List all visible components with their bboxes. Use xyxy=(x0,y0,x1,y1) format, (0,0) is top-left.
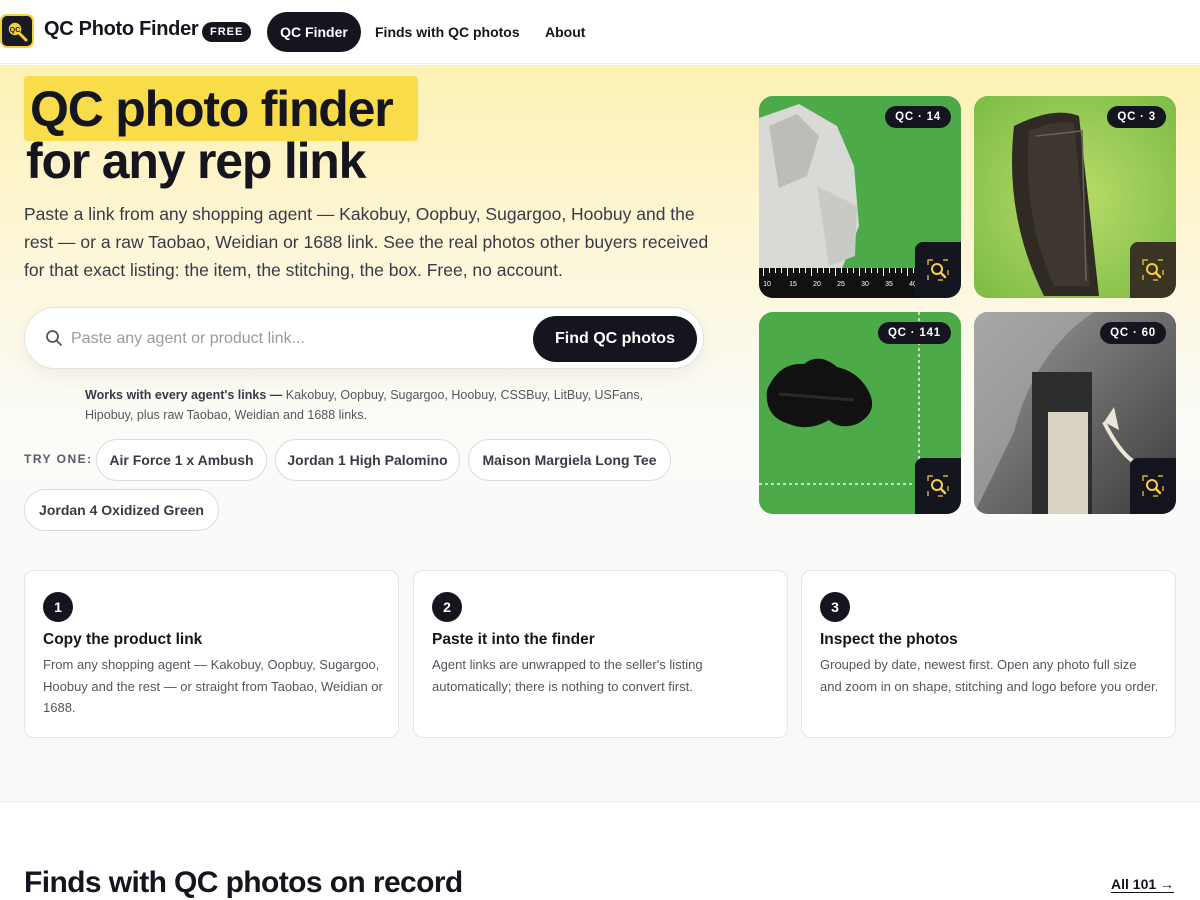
top-nav: QC QC Photo Finder FREE QC Finder Finds … xyxy=(0,0,1200,64)
step-body: From any shopping agent — Kakobuy, Oopbu… xyxy=(43,657,383,715)
qc-photo-tile[interactable]: QC · 60 xyxy=(974,312,1176,514)
step-card-paste: 2 Paste it into the finder Agent links a… xyxy=(413,570,788,738)
qc-count-badge: QC · 141 xyxy=(877,322,951,344)
step-number: 2 xyxy=(432,592,462,622)
link-input[interactable] xyxy=(71,322,521,356)
ruler-tick: 25 xyxy=(837,281,845,288)
ruler-tick: 35 xyxy=(885,281,893,288)
try-chip-margiela-long-tee[interactable]: Maison Margiela Long Tee xyxy=(468,439,671,481)
qc-count-badge: QC · 60 xyxy=(1100,322,1166,344)
step-number: 1 xyxy=(43,592,73,622)
nav-qc-finder[interactable]: QC Finder xyxy=(267,12,361,52)
try-one-label: TRY ONE: xyxy=(24,452,93,466)
find-qc-photos-button[interactable]: Find QC photos xyxy=(533,316,697,362)
hero-title-line-2: for any rep link xyxy=(26,133,366,189)
step-card-inspect: 3 Inspect the photos Grouped by date, ne… xyxy=(801,570,1176,738)
step-number: 3 xyxy=(820,592,850,622)
finds-section-title: Finds with QC photos on record xyxy=(24,866,463,899)
qc-photo-tile[interactable]: QC · 141 xyxy=(759,312,961,514)
try-chip-air-force-1-ambush[interactable]: Air Force 1 x Ambush xyxy=(96,439,267,481)
ruler-tick: 30 xyxy=(861,281,869,288)
step-title: Paste it into the finder xyxy=(432,631,595,648)
brand-name[interactable]: QC Photo Finder xyxy=(44,18,199,41)
search-bar: Find QC photos xyxy=(24,307,704,369)
all-finds-link[interactable]: All 101 → xyxy=(1111,876,1174,892)
ruler-tick: 15 xyxy=(789,281,797,288)
try-chip-jordan-4-oxidized-green[interactable]: Jordan 4 Oxidized Green xyxy=(24,489,219,531)
hero-lead: Paste a link from any shopping agent — K… xyxy=(24,204,709,280)
nav-about[interactable]: About xyxy=(545,24,585,40)
svg-text:QC: QC xyxy=(10,27,21,34)
step-title: Inspect the photos xyxy=(820,631,958,648)
supported-agents-note: Works with every agent's links — Kakobuy… xyxy=(85,385,645,425)
nav-finds-with-qc-photos[interactable]: Finds with QC photos xyxy=(375,24,520,40)
step-card-copy: 1 Copy the product link From any shoppin… xyxy=(24,570,399,738)
hero-title-line-1: QC photo finder xyxy=(30,81,394,137)
zoom-icon[interactable] xyxy=(1130,242,1176,298)
step-title: Copy the product link xyxy=(43,631,203,648)
qc-photo-tile[interactable]: 10 15 20 25 30 35 40 QC · 14 xyxy=(759,96,961,298)
step-body: Grouped by date, newest first. Open any … xyxy=(820,657,1159,694)
ruler-tick: 10 xyxy=(763,281,771,288)
search-icon xyxy=(45,329,63,352)
free-badge: FREE xyxy=(202,22,252,42)
zoom-icon[interactable] xyxy=(915,242,961,298)
qc-photo-tile[interactable]: QC · 3 xyxy=(974,96,1176,298)
step-body: Agent links are unwrapped to the seller'… xyxy=(432,657,703,694)
qc-count-badge: QC · 14 xyxy=(885,106,951,128)
zoom-icon[interactable] xyxy=(1130,458,1176,514)
qc-magnifier-logo-icon[interactable]: QC xyxy=(0,14,34,48)
try-chip-jordan-1-palomino[interactable]: Jordan 1 High Palomino xyxy=(275,439,460,481)
works-bold: Works with every agent's links — xyxy=(85,388,283,402)
zoom-icon[interactable] xyxy=(915,458,961,514)
ruler-tick: 20 xyxy=(813,281,821,288)
qc-count-badge: QC · 3 xyxy=(1107,106,1166,128)
